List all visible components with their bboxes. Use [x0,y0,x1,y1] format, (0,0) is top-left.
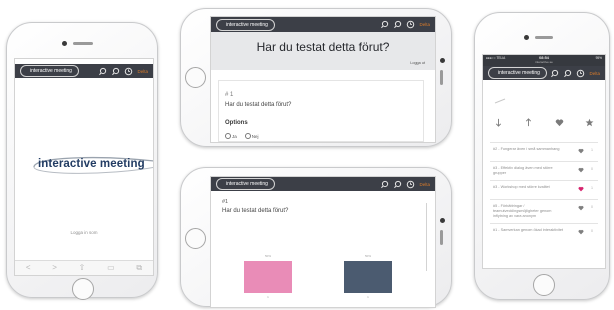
radio-label: Ja [232,133,237,139]
phone-landscape-results: interactive meeting Delta #1 Har du test… [180,167,452,308]
bar-nej-percent: 50% [364,254,371,258]
phone1-screen: interactive meeting Delta interactive me… [14,58,154,276]
options-heading: Options [225,120,248,126]
earpiece [73,42,93,45]
question-text: Har du testat detta förut? [225,102,292,108]
list-item-text: #1 - Samverkan genom ökad interaktivitet [493,228,564,232]
home-button[interactable] [185,228,206,249]
like-count: 1 [591,186,593,190]
front-camera [440,58,445,63]
header-logo[interactable]: interactive meeting [20,65,79,77]
search-icon[interactable] [98,67,107,76]
clock-icon[interactable] [124,67,133,76]
bar-nej-count: 1 [367,295,369,299]
question-title: Har du testat detta förut? [256,40,390,54]
phone3-screen: interactive meeting Delta #1 Har du test… [210,176,436,308]
earpiece [440,70,443,85]
battery-label: 95% [595,56,602,60]
radio-label: Nej [251,133,259,139]
options-radio-group: Ja Nej [225,133,259,139]
forward-arrow-icon[interactable]: > [52,263,57,273]
phone-portrait-questions: ●●●○○ TELIA 08:54 interactive.se 95% int… [474,12,610,300]
deltag-link[interactable]: Delta [419,22,430,27]
radio-option-ja[interactable]: Ja [225,133,237,139]
deltag-link[interactable]: Delta [589,71,600,76]
app-header: interactive meeting Delta [15,64,153,78]
question-card: # 1 Har du testat detta förut? Options J… [218,80,424,142]
list-item-text: #5 - Förbättringar / teamutvecklingsmöjl… [493,204,552,218]
app-header: interactive meeting Delta [211,17,435,32]
home-button[interactable] [72,278,94,300]
earpiece [440,230,443,245]
radio-circle-icon[interactable] [244,133,251,139]
front-camera [440,218,445,223]
search-icon[interactable] [393,20,402,29]
status-bar: ●●●○○ TELIA 08:54 interactive.se 95% [483,55,605,66]
login-link[interactable]: Logga in som [15,230,153,235]
sort-toolbar [483,113,605,131]
heart-icon[interactable] [555,118,564,127]
bookmarks-icon[interactable]: ▭ [107,263,115,273]
back-arrow-icon[interactable]: < [26,263,31,273]
list-item[interactable]: #3 - Effektiv dialog även med större gru… [490,161,598,180]
star-icon[interactable] [585,118,594,127]
share-icon[interactable]: ⇧ [79,263,86,273]
like-count: 1 [591,148,593,152]
search-icon[interactable] [380,20,389,29]
bar-ja-count: 1 [267,295,269,299]
list-item[interactable]: #1 - Samverkan genom ökad interaktivitet… [490,223,598,242]
front-camera [62,41,67,46]
list-item[interactable]: #3 - Workshop med större kvalitet 1 [490,180,598,199]
list-item-text: #3 - Workshop med större kvalitet [493,185,550,189]
app-header: interactive meeting Delta [483,66,605,80]
radio-circle-icon[interactable] [225,133,231,139]
list-item-text: #3 - Effektiv dialog även med större gru… [493,166,553,175]
bar-ja [244,261,292,293]
heart-icon[interactable] [578,148,584,154]
question-list: #2 - Fungerar även i små sammanhang 1 #3… [490,142,598,242]
question-header: Har du testat detta förut? Logga ut [211,32,435,70]
status-url[interactable]: interactive.se [483,60,605,64]
list-item[interactable]: #2 - Fungerar även i små sammanhang 1 [490,142,598,161]
front-camera [524,35,529,40]
status-time: 08:54 [539,55,549,60]
clock-icon[interactable] [406,20,415,29]
search-icon[interactable] [111,67,120,76]
list-item-text: #2 - Fungerar även i små sammanhang [493,147,560,151]
phone-landscape-question: interactive meeting Delta Har du testat … [180,8,452,147]
brand-logo-text: interactive meeting [38,158,145,170]
header-logo[interactable]: interactive meeting [488,67,547,79]
header-logo[interactable]: interactive meeting [216,18,275,31]
like-count: 0 [591,205,593,209]
heart-icon[interactable] [578,167,584,173]
like-count: 0 [591,167,593,171]
phone-portrait-login: interactive meeting Delta interactive me… [6,22,158,300]
search-icon[interactable] [563,69,572,78]
home-button[interactable] [185,67,206,88]
earpiece [535,36,553,39]
heart-icon[interactable] [578,205,584,211]
sort-up-icon[interactable] [524,117,533,127]
search-icon[interactable] [550,69,559,78]
phone2-screen: interactive meeting Delta Har du testat … [210,16,436,143]
pencil-icon[interactable] [494,98,506,104]
list-item[interactable]: #5 - Förbättringar / teamutvecklingsmöjl… [490,199,598,223]
tabs-icon[interactable]: ⧉ [136,263,142,273]
results-bar-chart: 50% 50% 1 1 [211,177,435,307]
phone4-screen: ●●●○○ TELIA 08:54 interactive.se 95% int… [482,54,606,269]
bar-nej [344,261,392,293]
deltag-link[interactable]: Delta [137,69,148,74]
radio-option-nej[interactable]: Nej [244,133,259,139]
home-button[interactable] [533,274,555,296]
like-count: 0 [591,229,593,233]
clock-icon[interactable] [576,69,585,78]
logout-link[interactable]: Logga ut [410,61,425,65]
heart-icon[interactable] [578,229,584,235]
bar-ja-percent: 50% [264,254,271,258]
question-number: # 1 [225,92,234,98]
heart-icon[interactable] [578,186,584,192]
sort-down-icon[interactable] [494,118,503,127]
browser-toolbar: < > ⇧ ▭ ⧉ [15,260,153,275]
